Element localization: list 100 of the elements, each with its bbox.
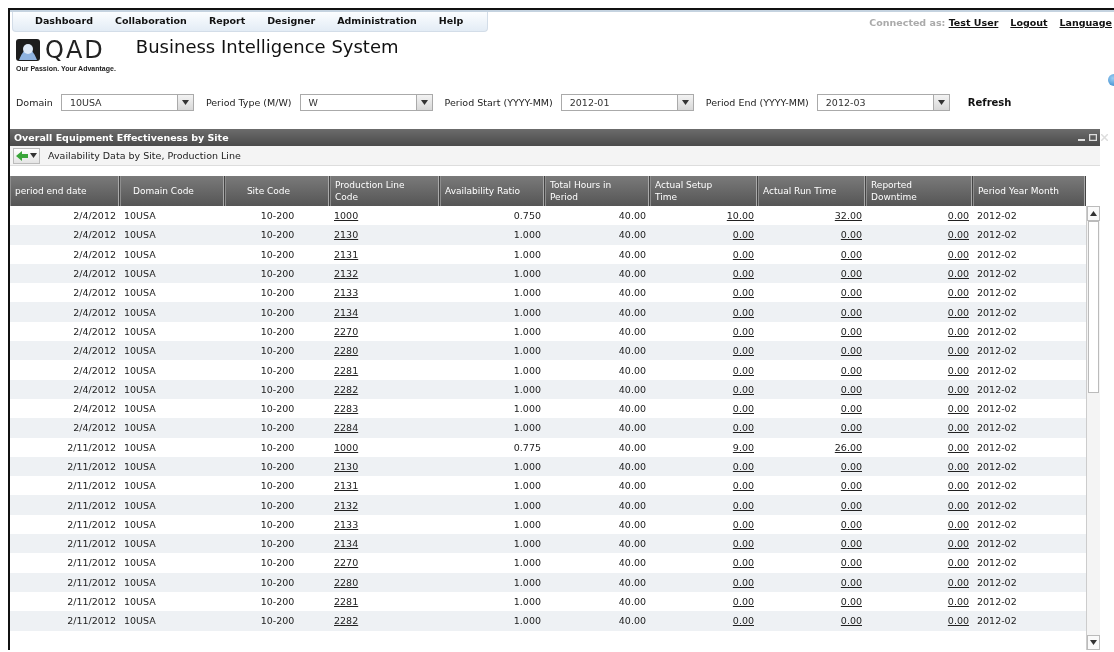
table-link[interactable]: 0.00: [758, 422, 866, 434]
table-link[interactable]: 2132: [330, 499, 440, 511]
scrollbar[interactable]: [1086, 206, 1100, 650]
maximize-icon[interactable]: [1089, 134, 1097, 141]
table-link[interactable]: 10.00: [650, 210, 758, 222]
table-link[interactable]: 0.00: [758, 364, 866, 376]
table-link[interactable]: 0.00: [758, 461, 866, 472]
menu-item[interactable]: Help: [438, 15, 464, 26]
table-link[interactable]: 0.00: [758, 576, 866, 588]
table-link[interactable]: 0.00: [758, 480, 866, 492]
refresh-button[interactable]: Refresh: [967, 97, 1012, 108]
table-link[interactable]: 26.00: [758, 441, 866, 453]
back-button[interactable]: [13, 147, 40, 164]
table-link[interactable]: 0.00: [758, 248, 866, 260]
header-link[interactable]: Logout: [1010, 17, 1048, 28]
table-link[interactable]: 0.00: [866, 441, 973, 453]
table-link[interactable]: 2281: [330, 596, 440, 608]
table-link[interactable]: 0.00: [650, 325, 758, 337]
table-link[interactable]: 0.00: [758, 518, 866, 530]
table-link[interactable]: 2270: [330, 557, 440, 569]
table-link[interactable]: 0.00: [866, 499, 973, 511]
table-link[interactable]: 0.00: [758, 268, 866, 280]
table-link[interactable]: 0.00: [650, 248, 758, 260]
table-link[interactable]: 0.00: [650, 615, 758, 627]
table-link[interactable]: 0.00: [866, 383, 973, 395]
table-link[interactable]: 2133: [330, 287, 440, 299]
table-link[interactable]: 0.00: [758, 403, 866, 415]
table-link[interactable]: 0.00: [650, 499, 758, 511]
header-link[interactable]: Language: [1059, 17, 1112, 28]
table-link[interactable]: 0.00: [650, 557, 758, 569]
table-link[interactable]: 0.00: [650, 596, 758, 608]
table-link[interactable]: 0.00: [650, 576, 758, 588]
table-link[interactable]: 0.00: [758, 596, 866, 608]
menu-item[interactable]: Collaboration: [114, 15, 187, 26]
table-link[interactable]: 1000: [330, 210, 440, 222]
table-link[interactable]: 0.00: [650, 403, 758, 415]
table-link[interactable]: 0.00: [866, 615, 973, 627]
table-link[interactable]: 0.00: [866, 268, 973, 280]
menu-item[interactable]: Designer: [267, 15, 316, 26]
table-link[interactable]: 2133: [330, 518, 440, 530]
table-link[interactable]: 1000: [330, 441, 440, 453]
table-link[interactable]: 0.00: [866, 345, 973, 357]
table-link[interactable]: 0.00: [758, 345, 866, 357]
table-link[interactable]: 0.00: [866, 306, 973, 318]
filter-select[interactable]: 2012-01: [560, 94, 694, 111]
filter-select[interactable]: 10USA: [60, 94, 194, 111]
menu-item[interactable]: Dashboard: [35, 15, 93, 26]
table-link[interactable]: 0.00: [866, 325, 973, 337]
table-link[interactable]: 0.00: [866, 364, 973, 376]
table-link[interactable]: 0.00: [866, 248, 973, 260]
table-link[interactable]: 9.00: [650, 441, 758, 453]
table-link[interactable]: 0.00: [650, 461, 758, 472]
table-link[interactable]: 0.00: [650, 229, 758, 241]
table-link[interactable]: 2270: [330, 325, 440, 337]
table-link[interactable]: 0.00: [758, 383, 866, 395]
table-link[interactable]: 0.00: [650, 364, 758, 376]
table-link[interactable]: 0.00: [866, 576, 973, 588]
menu-item[interactable]: Administration: [337, 15, 417, 26]
table-link[interactable]: 2134: [330, 306, 440, 318]
table-link[interactable]: 0.00: [758, 615, 866, 627]
table-link[interactable]: 2132: [330, 268, 440, 280]
user-link[interactable]: Test User: [948, 17, 999, 28]
table-link[interactable]: 2280: [330, 576, 440, 588]
table-link[interactable]: 0.00: [650, 306, 758, 318]
table-link[interactable]: 0.00: [650, 345, 758, 357]
table-link[interactable]: 0.00: [758, 499, 866, 511]
table-link[interactable]: 0.00: [866, 287, 973, 299]
table-link[interactable]: 2134: [330, 538, 440, 550]
filter-select[interactable]: W: [299, 94, 433, 111]
table-link[interactable]: 0.00: [650, 538, 758, 550]
table-link[interactable]: 0.00: [758, 229, 866, 241]
table-link[interactable]: 0.00: [758, 306, 866, 318]
table-link[interactable]: 0.00: [866, 229, 973, 241]
table-link[interactable]: 0.00: [758, 287, 866, 299]
table-link[interactable]: 0.00: [866, 210, 973, 222]
table-link[interactable]: 2284: [330, 422, 440, 434]
table-link[interactable]: 0.00: [866, 596, 973, 608]
table-link[interactable]: 0.00: [866, 557, 973, 569]
table-link[interactable]: 2283: [330, 403, 440, 415]
table-link[interactable]: 2130: [330, 229, 440, 241]
table-link[interactable]: 2131: [330, 480, 440, 492]
table-link[interactable]: 0.00: [866, 403, 973, 415]
table-link[interactable]: 0.00: [866, 538, 973, 550]
filter-select[interactable]: 2012-03: [816, 94, 950, 111]
table-link[interactable]: 0.00: [650, 480, 758, 492]
table-link[interactable]: 0.00: [650, 287, 758, 299]
menu-item[interactable]: Report: [208, 15, 246, 26]
table-link[interactable]: 0.00: [866, 461, 973, 472]
table-link[interactable]: 0.00: [866, 422, 973, 434]
table-link[interactable]: 2281: [330, 364, 440, 376]
table-link[interactable]: 0.00: [758, 557, 866, 569]
table-link[interactable]: 0.00: [866, 480, 973, 492]
table-link[interactable]: 0.00: [650, 383, 758, 395]
table-link[interactable]: 0.00: [758, 538, 866, 550]
table-link[interactable]: 2280: [330, 345, 440, 357]
table-link[interactable]: 32.00: [758, 210, 866, 222]
table-link[interactable]: 2282: [330, 615, 440, 627]
table-link[interactable]: 0.00: [650, 268, 758, 280]
table-link[interactable]: 0.00: [650, 518, 758, 530]
table-link[interactable]: 2130: [330, 461, 440, 472]
